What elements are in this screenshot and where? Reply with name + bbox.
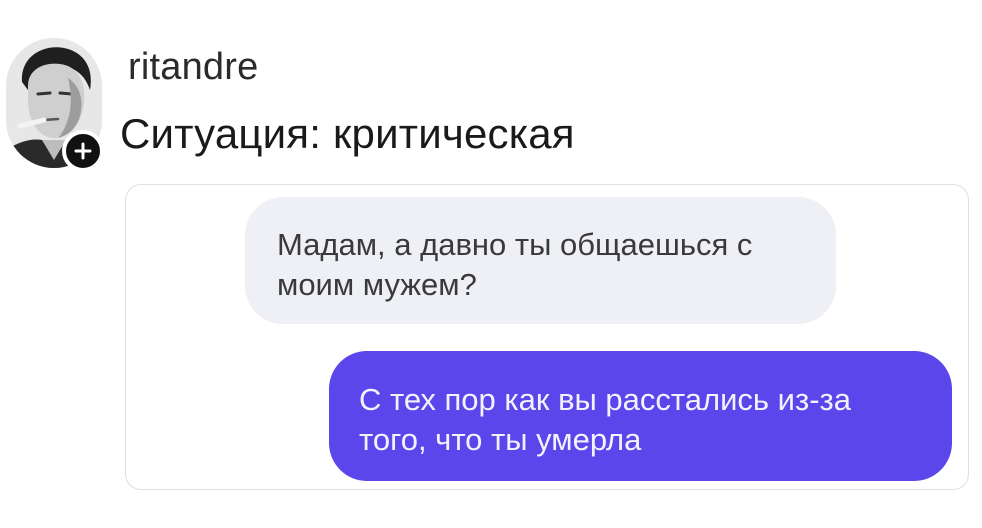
incoming-message-text: Мадам, а давно ты общаешься с моим мужем…	[277, 227, 753, 302]
plus-icon	[74, 142, 92, 160]
author-avatar-group	[4, 38, 104, 172]
incoming-message-bubble: Мадам, а давно ты общаешься с моим мужем…	[245, 197, 836, 324]
author-username[interactable]: ritandre	[128, 46, 258, 89]
outgoing-message-text: С тех пор как вы расстались из-за того, …	[359, 382, 851, 457]
follow-button[interactable]	[62, 130, 104, 172]
post-caption: Ситуация: критическая	[120, 110, 575, 157]
chat-screenshot-card: Мадам, а давно ты общаешься с моим мужем…	[125, 184, 969, 490]
post-screenshot: ritandre Ситуация: критическая Мадам, а …	[0, 0, 982, 528]
outgoing-message-bubble: С тех пор как вы расстались из-за того, …	[329, 351, 952, 481]
